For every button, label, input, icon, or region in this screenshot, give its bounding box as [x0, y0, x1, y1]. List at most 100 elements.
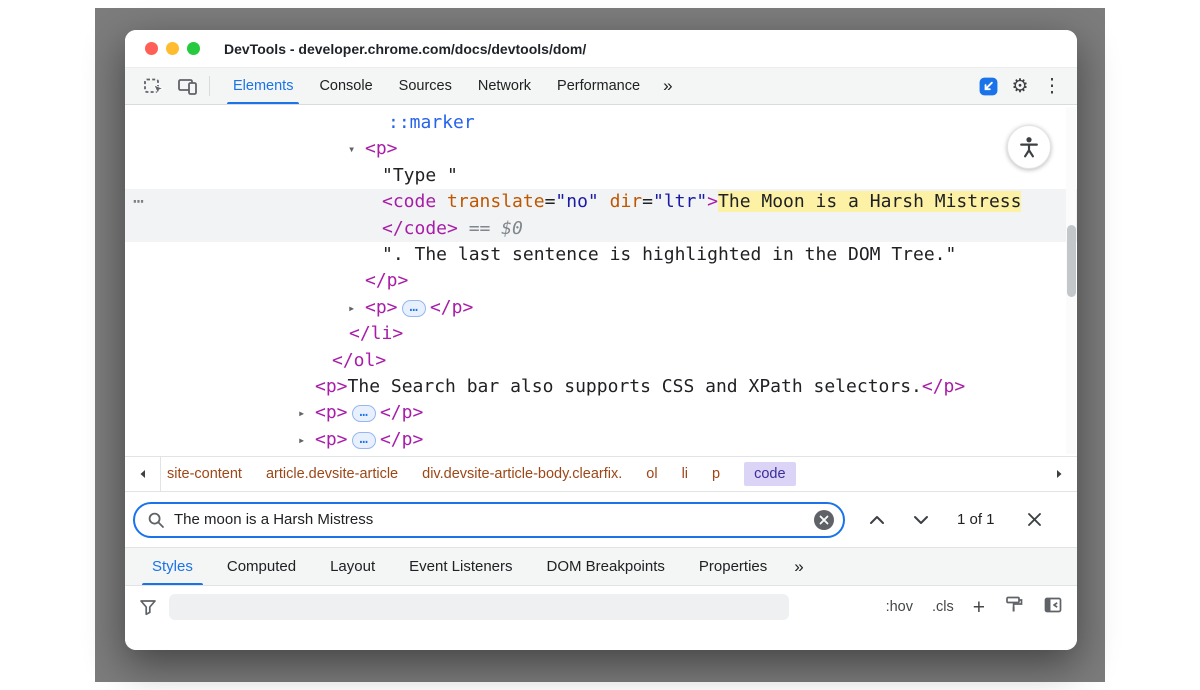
expanded-arrow-icon[interactable]: ▾ — [348, 136, 355, 162]
minimize-window-button[interactable] — [166, 42, 179, 55]
search-input[interactable] — [174, 511, 814, 528]
code-segment-eq: == — [458, 218, 501, 239]
breadcrumb-scroll-right-icon[interactable] — [1045, 457, 1073, 491]
code-segment-attr: dir — [610, 191, 643, 212]
hidden-children-ellipsis[interactable]: … — [402, 300, 426, 317]
tab-event-listeners[interactable]: Event Listeners — [392, 548, 529, 585]
tab-styles[interactable]: Styles — [135, 548, 210, 585]
tabs-overflow-icon[interactable]: » — [653, 68, 682, 104]
dom-tree-row[interactable]: </ol> — [125, 348, 1077, 374]
breadcrumb-item-ol[interactable]: ol — [646, 466, 657, 482]
element-classes-button[interactable]: .cls — [932, 599, 954, 615]
previous-match-icon[interactable] — [869, 515, 885, 525]
square-arrow-icon[interactable] — [973, 71, 1003, 101]
code-segment-val: "ltr" — [653, 191, 707, 212]
dom-tree-row[interactable]: </code> == $0 — [125, 216, 1077, 242]
close-window-button[interactable] — [145, 42, 158, 55]
code-segment-tag: </p> — [430, 297, 473, 318]
dom-tree-row[interactable]: ::marker — [125, 110, 1077, 136]
breadcrumb-item-p[interactable]: p — [712, 466, 720, 482]
breadcrumb-item-code[interactable]: code — [744, 462, 795, 486]
hidden-children-ellipsis[interactable]: … — [352, 405, 376, 422]
tab-computed[interactable]: Computed — [210, 548, 313, 585]
code-segment-tag: <p> — [315, 429, 348, 450]
scrollbar-thumb[interactable] — [1067, 225, 1076, 297]
code-segment-hl: The Moon is a Harsh Mistress — [718, 191, 1021, 212]
code-segment-text: ". The last sentence is highlighted in t… — [382, 244, 956, 265]
elements-dom-tree: ::marker▾<p>"Type "⋯<code translate="no"… — [125, 105, 1077, 456]
match-count: 1 of 1 — [957, 511, 995, 528]
dom-tree-row[interactable]: <p>The Search bar also supports CSS and … — [125, 374, 1077, 400]
tab-layout[interactable]: Layout — [313, 548, 392, 585]
next-match-icon[interactable] — [913, 515, 929, 525]
close-search-icon[interactable] — [1027, 512, 1042, 527]
code-segment-val: "no" — [555, 191, 598, 212]
tab-properties[interactable]: Properties — [682, 548, 784, 585]
search-icon — [147, 511, 165, 529]
device-toolbar-icon[interactable] — [171, 68, 205, 104]
row-overflow-menu-icon[interactable]: ⋯ — [133, 189, 145, 215]
window-title: DevTools - developer.chrome.com/docs/dev… — [224, 41, 586, 57]
dom-tree-row[interactable]: </p> — [125, 268, 1077, 294]
dom-tree-row[interactable]: </li> — [125, 321, 1077, 347]
collapsed-arrow-icon[interactable]: ▸ — [298, 427, 305, 453]
code-segment-tag: </li> — [349, 323, 403, 344]
dom-tree-row[interactable]: ▾ <p> — [125, 136, 1077, 162]
tab-network[interactable]: Network — [465, 68, 544, 104]
toggle-element-state-button[interactable]: :hov — [886, 599, 913, 615]
devtools-window: DevTools - developer.chrome.com/docs/dev… — [125, 30, 1077, 650]
kebab-menu-icon[interactable]: ⋮ — [1037, 71, 1067, 101]
inspect-element-icon[interactable] — [137, 68, 171, 104]
code-segment-tag: </p> — [365, 270, 408, 291]
code-segment-tag: </code> — [382, 218, 458, 239]
dom-tree-lines: ::marker▾<p>"Type "⋯<code translate="no"… — [125, 110, 1077, 453]
tab-dom-breakpoints[interactable]: DOM Breakpoints — [530, 548, 682, 585]
code-segment-var: $0 — [501, 218, 523, 239]
toolbar-divider — [209, 76, 210, 96]
code-segment-text: "Type " — [382, 165, 458, 186]
code-segment-text: = — [642, 191, 653, 212]
dom-tree-row[interactable]: ▸<p>…</p> — [125, 427, 1077, 453]
styles-tab-strip: StylesComputedLayoutEvent ListenersDOM B… — [125, 548, 1077, 586]
tabs-overflow-icon[interactable]: » — [784, 548, 813, 585]
code-segment-tag: </p> — [922, 376, 965, 397]
breadcrumb-item-div-devsite-article-body-clearfix-[interactable]: div.devsite-article-body.clearfix. — [422, 466, 622, 482]
breadcrumb-item-site-content[interactable]: site-content — [167, 466, 242, 482]
tab-console[interactable]: Console — [306, 68, 385, 104]
tab-elements[interactable]: Elements — [220, 68, 306, 104]
breadcrumb-item-li[interactable]: li — [682, 466, 688, 482]
dom-tree-row[interactable]: ". The last sentence is highlighted in t… — [125, 242, 1077, 268]
tab-performance[interactable]: Performance — [544, 68, 653, 104]
code-segment-attr: translate — [447, 191, 545, 212]
breadcrumb-scroll-left-icon[interactable] — [125, 457, 161, 491]
code-segment-tag: <p> — [365, 138, 398, 159]
new-style-rule-button[interactable]: + — [973, 597, 985, 618]
accessibility-icon[interactable] — [1007, 125, 1051, 169]
search-box[interactable] — [133, 502, 845, 538]
sidebar-toggle-icon[interactable] — [1043, 596, 1063, 619]
breadcrumb-item-article-devsite-article[interactable]: article.devsite-article — [266, 466, 398, 482]
paint-roller-icon[interactable] — [1004, 595, 1024, 619]
dom-tree-row[interactable]: ▸<p>…</p> — [125, 295, 1077, 321]
collapsed-arrow-icon[interactable]: ▸ — [348, 295, 355, 321]
dom-tree-row[interactable]: ⋯<code translate="no" dir="ltr">The Moon… — [125, 189, 1077, 215]
dom-tree-row[interactable]: ▸<p>…</p> — [125, 400, 1077, 426]
collapsed-arrow-icon[interactable]: ▸ — [298, 400, 305, 426]
dom-tree-row[interactable]: "Type " — [125, 163, 1077, 189]
code-segment-tag: </p> — [380, 402, 423, 423]
hidden-children-ellipsis[interactable]: … — [352, 432, 376, 449]
settings-gear-icon[interactable]: ⚙ — [1005, 71, 1035, 101]
dom-search-bar: 1 of 1 — [125, 492, 1077, 548]
filter-funnel-icon — [139, 599, 157, 616]
tab-sources[interactable]: Sources — [386, 68, 465, 104]
styles-filter-bar: :hov .cls + — [125, 586, 1077, 628]
clear-search-icon[interactable] — [814, 510, 834, 530]
styles-filter-controls: :hov .cls + — [886, 595, 1063, 619]
styles-filter-input[interactable] — [169, 594, 789, 620]
code-segment-text: = — [545, 191, 556, 212]
toolbar-right-controls: ⚙ ⋮ — [973, 68, 1067, 104]
code-segment-text: The Search bar also supports CSS and XPa… — [348, 376, 922, 397]
code-segment-tag: <code — [382, 191, 436, 212]
maximize-window-button[interactable] — [187, 42, 200, 55]
code-segment-pseudo: ::marker — [388, 112, 475, 133]
